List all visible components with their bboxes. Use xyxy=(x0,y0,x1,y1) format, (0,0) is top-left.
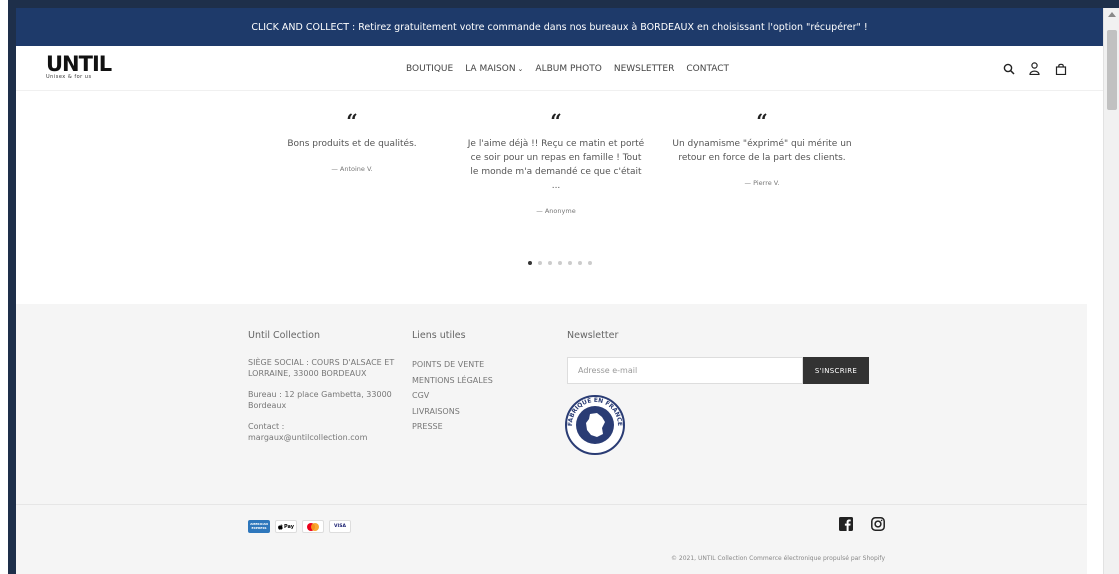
scroll-up-arrow-icon[interactable] xyxy=(1108,12,1116,17)
logo-wordmark: UNTIL xyxy=(46,52,112,76)
nav-album-photo[interactable]: ALBUM PHOTO xyxy=(535,64,601,74)
announcement-bar[interactable]: CLICK AND COLLECT : Retirez gratuitement… xyxy=(16,8,1103,46)
footer-link-presse[interactable]: PRESSE xyxy=(412,419,532,435)
footer-link-mentions-legales[interactable]: MENTIONS LÉGALES xyxy=(412,373,532,389)
apple-logo-icon xyxy=(278,523,283,530)
footer-office: Bureau : 12 place Gambetta, 33000 Bordea… xyxy=(248,390,392,410)
carousel-dots xyxy=(16,261,1103,265)
newsletter-email-input[interactable] xyxy=(567,357,803,384)
quote-icon: “ xyxy=(346,109,358,133)
account-icon[interactable] xyxy=(1028,62,1041,75)
cart-icon[interactable] xyxy=(1054,62,1067,75)
chevron-down-icon: ⌄ xyxy=(517,64,524,73)
testimonial-text: Un dynamisme "éxprimé" qui mérite un ret… xyxy=(672,139,852,163)
carousel-dot[interactable] xyxy=(537,261,542,265)
window-left-edge xyxy=(0,0,8,574)
social-links xyxy=(839,516,887,532)
newsletter-form: S'INSCRIRE xyxy=(567,357,869,384)
footer-link-points-de-vente[interactable]: POINTS DE VENTE xyxy=(412,357,532,373)
carousel-dot[interactable] xyxy=(557,261,562,265)
copyright-text: © 2021, UNTIL Collection Commerce électr… xyxy=(671,555,885,562)
carousel-dot[interactable] xyxy=(587,261,592,265)
testimonial-text: Bons produits et de qualités. xyxy=(287,139,417,149)
announcement-text: CLICK AND COLLECT : Retirez gratuitement… xyxy=(251,21,868,33)
carousel-dot[interactable] xyxy=(577,261,582,265)
nav-contact[interactable]: CONTACT xyxy=(686,64,729,74)
scrollbar-thumb[interactable] xyxy=(1107,30,1117,110)
testimonial-author: — Antoine V. xyxy=(331,165,373,173)
footer-headquarters: SIÈGE SOCIAL : COURS D'ALSACE ET LORRAIN… xyxy=(248,358,395,378)
carousel-dot[interactable] xyxy=(567,261,572,265)
footer-column-links: Liens utiles POINTS DE VENTE MENTIONS LÉ… xyxy=(412,330,532,435)
footer-company-title: Until Collection xyxy=(248,330,320,341)
quote-icon: “ xyxy=(550,109,562,133)
nav-la-maison-label: LA MAISON xyxy=(465,63,516,74)
main-nav: BOUTIQUE LA MAISON ⌄ ALBUM PHOTO NEWSLETT… xyxy=(406,46,729,91)
testimonial-card: “ Bons produits et de qualités. — Antoin… xyxy=(262,111,442,173)
subscribe-button[interactable]: S'INSCRIRE xyxy=(803,357,869,384)
site-footer: Until Collection SIÈGE SOCIAL : COURS D'… xyxy=(16,304,1087,574)
nav-la-maison[interactable]: LA MAISON ⌄ xyxy=(465,64,523,74)
footer-link-livraisons[interactable]: LIVRAISONS xyxy=(412,404,532,420)
carousel-dot[interactable] xyxy=(547,261,552,265)
testimonial-card: “ Je l'aime déjà !! Reçu ce matin et por… xyxy=(466,111,646,215)
nav-boutique[interactable]: BOUTIQUE xyxy=(406,64,453,74)
page-scrollbar[interactable] xyxy=(1103,8,1119,574)
logo-tagline: Unisex & for us xyxy=(46,74,92,80)
visa-icon: VISA xyxy=(329,520,351,533)
testimonial-card: “ Un dynamisme "éxprimé" qui mérite un r… xyxy=(672,111,852,187)
testimonials-section: “ Bons produits et de qualités. — Antoin… xyxy=(16,91,1103,303)
footer-column-newsletter: Newsletter S'INSCRIRE FABRIQUÉ EN FRANCE xyxy=(564,330,877,460)
newsletter-title: Newsletter xyxy=(567,330,619,341)
testimonial-text: Je l'aime déjà !! Reçu ce matin et porté… xyxy=(467,139,645,191)
browser-viewport: CLICK AND COLLECT : Retirez gratuitement… xyxy=(16,8,1103,574)
apple-pay-icon: Pay xyxy=(275,520,297,533)
testimonial-author: — Anonyme xyxy=(536,207,576,215)
site-logo[interactable]: UNTIL Unisex & for us xyxy=(46,52,112,81)
made-in-france-badge: FABRIQUÉ EN FRANCE MADE IN FRANCE xyxy=(564,394,877,460)
footer-links-title: Liens utiles xyxy=(412,330,466,341)
instagram-icon[interactable] xyxy=(871,516,887,532)
search-icon[interactable] xyxy=(1002,62,1015,75)
mastercard-icon xyxy=(302,520,324,533)
quote-icon: “ xyxy=(756,109,768,133)
footer-contact-label: Contact : xyxy=(248,422,285,431)
testimonial-author: — Pierre V. xyxy=(744,179,780,187)
site-header: UNTIL Unisex & for us BOUTIQUE LA MAISON… xyxy=(16,46,1103,91)
apple-pay-label: Pay xyxy=(283,523,294,530)
window-left-border xyxy=(8,0,11,574)
footer-link-cgv[interactable]: CGV xyxy=(412,388,532,404)
header-icons xyxy=(1002,46,1067,91)
carousel-dot[interactable] xyxy=(527,261,532,265)
footer-contact-email[interactable]: margaux@untilcollection.com xyxy=(248,432,398,443)
amex-icon: AMERICAN EXPRESS xyxy=(248,520,270,533)
payment-methods: AMERICAN EXPRESS Pay VISA xyxy=(248,520,351,533)
footer-column-company: Until Collection SIÈGE SOCIAL : COURS D'… xyxy=(248,330,398,443)
facebook-icon[interactable] xyxy=(839,516,855,532)
footer-divider xyxy=(16,504,1087,505)
nav-newsletter[interactable]: NEWSLETTER xyxy=(614,64,675,74)
